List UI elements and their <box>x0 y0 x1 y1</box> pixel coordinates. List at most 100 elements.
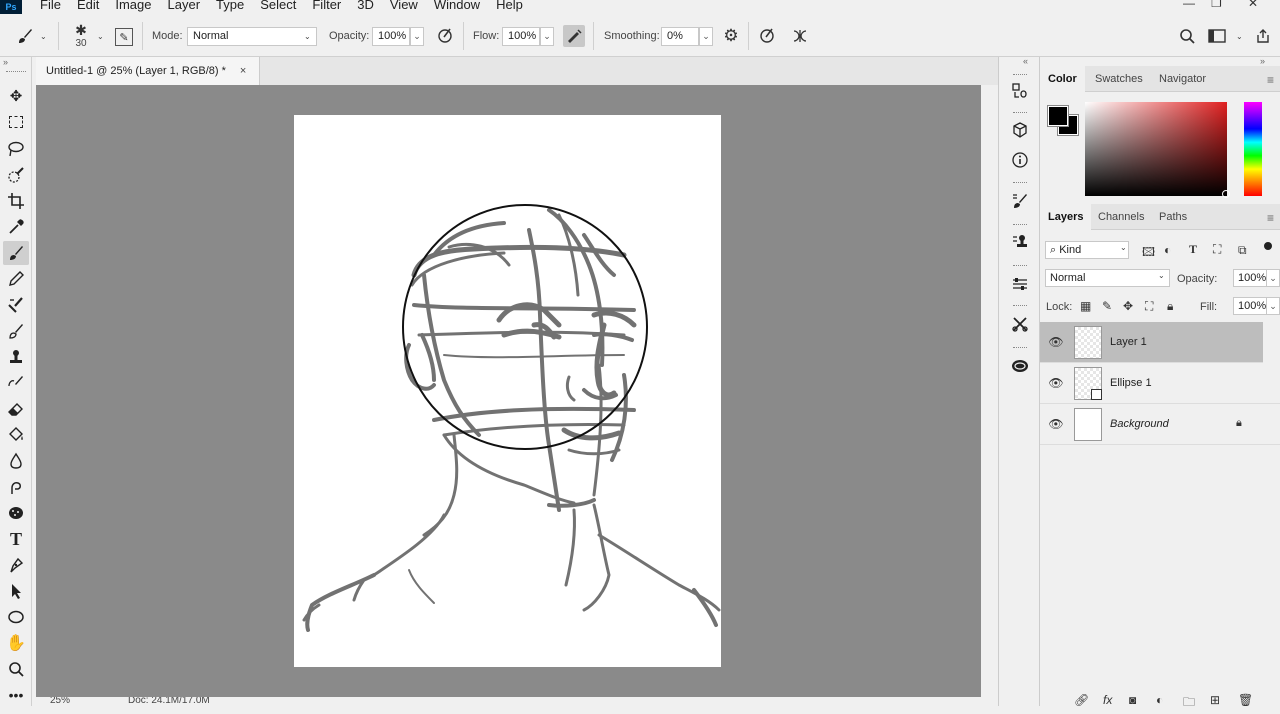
zoom-tool-icon[interactable] <box>3 657 29 681</box>
color-spectrum-field[interactable] <box>1085 102 1227 196</box>
menu-image[interactable]: Image <box>107 0 159 12</box>
smoothing-dropdown[interactable]: ⌄ <box>699 27 713 46</box>
menu-3d[interactable]: 3D <box>349 0 382 12</box>
menu-type[interactable]: Type <box>208 0 252 12</box>
fill-dropdown[interactable]: ⌄ <box>1266 297 1280 315</box>
panel-menu-icon[interactable]: ≡ <box>1267 73 1274 87</box>
add-mask-icon[interactable]: ◙ <box>1129 693 1136 707</box>
document-tab[interactable]: Untitled-1 @ 25% (Layer 1, RGB/8) * × <box>36 57 260 85</box>
hand-tool-icon[interactable]: ✋ <box>3 631 29 655</box>
ellipse-tool-icon[interactable] <box>3 605 29 629</box>
panel-menu-icon[interactable]: ≡ <box>1267 211 1274 225</box>
layer-row-ellipse-1[interactable]: 👁︎ Ellipse 1 <box>1040 363 1280 404</box>
close-icon[interactable]: × <box>240 65 246 77</box>
link-layers-icon[interactable]: 🔗︎ <box>1074 693 1089 707</box>
blur-tool-icon[interactable] <box>3 449 29 473</box>
opacity-input[interactable]: 100% <box>372 27 410 46</box>
menu-layer[interactable]: Layer <box>160 0 209 12</box>
menu-filter[interactable]: Filter <box>304 0 349 12</box>
smart-object-filter-icon[interactable]: ⧉ <box>1238 243 1247 258</box>
lasso-tool-icon[interactable] <box>3 137 29 161</box>
window-close-icon[interactable]: ✕ <box>1248 0 1258 10</box>
mixer-brush-tool-icon[interactable] <box>3 319 29 343</box>
crop-tool-icon[interactable] <box>3 189 29 213</box>
info-icon[interactable] <box>1008 149 1032 171</box>
visibility-eye-icon[interactable]: 👁︎ <box>1048 335 1064 349</box>
clone-source-icon[interactable] <box>1008 231 1032 253</box>
sponge-tool-icon[interactable] <box>3 501 29 525</box>
3d-icon[interactable] <box>1008 119 1032 141</box>
menu-window[interactable]: Window <box>426 0 488 12</box>
history-brush-tool-icon[interactable] <box>3 371 29 395</box>
document-canvas[interactable] <box>294 115 721 667</box>
color-replacement-tool-icon[interactable] <box>3 293 29 317</box>
chevron-down-icon[interactable]: ⌄ <box>1236 32 1243 41</box>
tab-navigator[interactable]: Navigator <box>1151 66 1214 92</box>
layer-opacity-dropdown[interactable]: ⌄ <box>1266 269 1280 287</box>
fx-icon[interactable]: fx <box>1103 693 1112 707</box>
fill-input[interactable]: 100% <box>1233 297 1267 315</box>
collapse-icon[interactable]: « <box>1023 56 1028 66</box>
pressure-opacity-icon[interactable] <box>434 25 456 47</box>
new-layer-icon[interactable]: ⊞ <box>1210 693 1220 707</box>
menu-help[interactable]: Help <box>488 0 531 12</box>
vertical-scrollbar[interactable] <box>981 85 998 697</box>
gear-icon[interactable]: ⚙ <box>720 25 742 47</box>
share-icon[interactable] <box>1252 25 1274 47</box>
opacity-dropdown[interactable]: ⌄ <box>410 27 424 46</box>
clone-stamp-tool-icon[interactable] <box>3 345 29 369</box>
flow-dropdown[interactable]: ⌄ <box>540 27 554 46</box>
lock-all-icon[interactable]: 🔒︎ <box>1167 299 1173 314</box>
eraser-tool-icon[interactable] <box>3 397 29 421</box>
tab-swatches[interactable]: Swatches <box>1087 66 1151 92</box>
lock-icon[interactable]: 🔒︎ <box>1236 417 1242 430</box>
tab-color[interactable]: Color <box>1040 66 1085 92</box>
visibility-eye-icon[interactable]: 👁︎ <box>1048 417 1064 431</box>
brush-tool-active-icon[interactable] <box>3 241 29 265</box>
move-tool-icon[interactable]: ✥ <box>3 84 29 108</box>
lock-position-icon[interactable]: ✥ <box>1123 299 1133 313</box>
brush-tool-icon[interactable] <box>14 25 36 47</box>
quick-selection-tool-icon[interactable] <box>3 163 29 187</box>
airbrush-icon[interactable] <box>563 25 585 47</box>
menu-view[interactable]: View <box>382 0 426 12</box>
layer-filter-select[interactable]: ⌕ Kind <box>1045 241 1129 259</box>
hue-slider[interactable] <box>1244 102 1262 196</box>
layer-row-background[interactable]: 👁︎ Background 🔒︎ <box>1040 404 1280 445</box>
foreground-color-swatch[interactable] <box>1047 105 1069 127</box>
chevron-down-icon[interactable]: ⌄ <box>97 32 104 41</box>
chevron-down-icon[interactable]: ⌄ <box>40 32 47 41</box>
tools-presets-icon[interactable] <box>1008 313 1032 335</box>
adjustment-filter-icon[interactable]: ◐ <box>1164 243 1171 257</box>
filter-toggle[interactable] <box>1264 242 1272 250</box>
layer-opacity-input[interactable]: 100% <box>1233 269 1267 287</box>
path-selection-tool-icon[interactable] <box>3 579 29 603</box>
tab-paths[interactable]: Paths <box>1151 204 1195 230</box>
visibility-eye-icon[interactable]: 👁︎ <box>1048 376 1064 390</box>
tab-layers[interactable]: Layers <box>1040 204 1092 230</box>
new-adjustment-icon[interactable]: ◐ <box>1156 693 1163 707</box>
mode-select[interactable]: Normal <box>187 27 317 46</box>
flow-input[interactable]: 100% <box>502 27 540 46</box>
pen-tool-icon[interactable] <box>3 553 29 577</box>
lock-transparent-icon[interactable]: ▦ <box>1080 299 1091 313</box>
brush-settings-icon[interactable] <box>1008 190 1032 212</box>
shape-filter-icon[interactable]: ⛶ <box>1213 242 1221 257</box>
marquee-tool-icon[interactable] <box>3 110 29 134</box>
lock-image-icon[interactable]: ✎ <box>1102 299 1112 313</box>
search-icon[interactable] <box>1176 25 1198 47</box>
eyedropper-tool-icon[interactable] <box>3 215 29 239</box>
document-info[interactable]: Doc: 24.1M/17.0M <box>128 697 210 706</box>
smudge-tool-icon[interactable] <box>3 475 29 499</box>
collapse-icon[interactable]: » <box>3 57 8 67</box>
pencil-tool-icon[interactable] <box>3 267 29 291</box>
brush-settings-icon[interactable]: ✎ <box>115 28 133 46</box>
menu-edit[interactable]: Edit <box>69 0 107 12</box>
smoothing-input[interactable]: 0% <box>661 27 699 46</box>
delete-layer-icon[interactable]: 🗑︎ <box>1238 693 1253 707</box>
image-filter-icon[interactable]: 🖾 <box>1142 243 1155 264</box>
blend-mode-select[interactable]: Normal <box>1045 269 1170 287</box>
workspace-icon[interactable] <box>1206 25 1228 47</box>
brush-preset-picker[interactable]: ✱ 30 <box>70 22 92 54</box>
collapse-icon[interactable]: » <box>1260 56 1265 66</box>
